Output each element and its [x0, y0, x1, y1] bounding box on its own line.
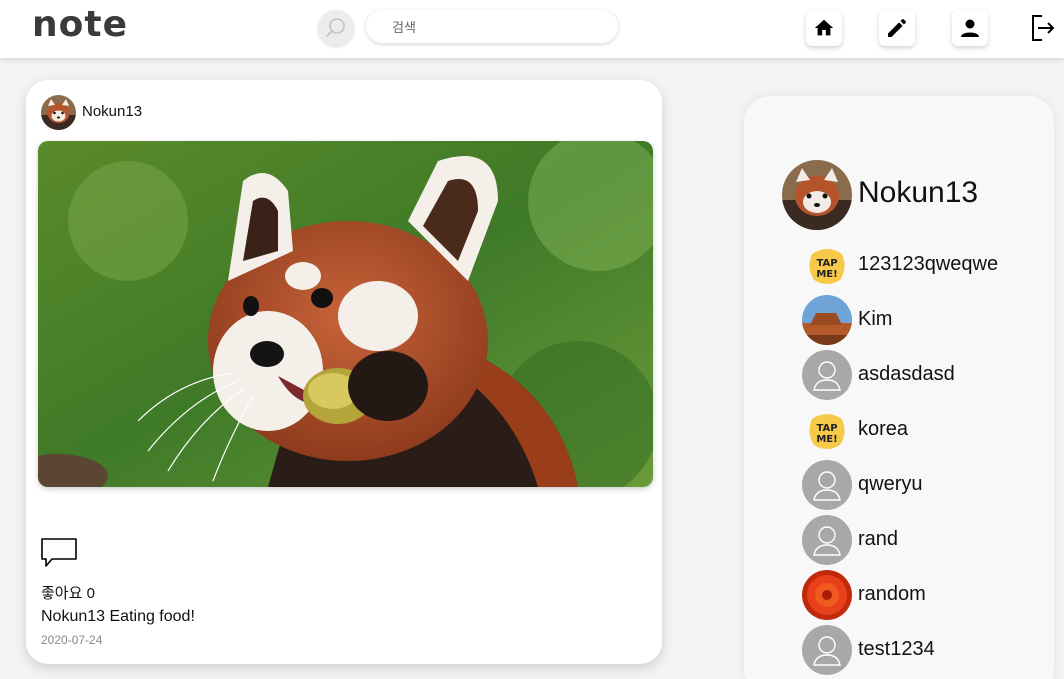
tap-me-sticker-avatar: TAP ME! [802, 405, 852, 455]
svg-text:TAP: TAP [816, 258, 837, 269]
home-icon [814, 19, 834, 36]
svg-text:ME!: ME! [816, 434, 837, 445]
user-list-item[interactable]: rand [802, 515, 1042, 565]
user-name: qweryu [858, 473, 923, 495]
profile-button[interactable] [952, 10, 988, 46]
post-caption: Nokun13 Eating food! [41, 608, 195, 625]
logout-button[interactable] [1024, 10, 1060, 46]
user-name: asdasdasd [858, 363, 955, 385]
default-avatar [802, 350, 852, 400]
app-logo[interactable]: note [32, 4, 128, 45]
post-date: 2020-07-24 [41, 633, 103, 647]
user-name: test1234 [858, 638, 935, 660]
user-name: rand [858, 528, 899, 550]
tap-me-sticker-avatar: TAP ME! [802, 240, 852, 290]
comment-button[interactable] [40, 537, 78, 569]
user-name: Kim [858, 308, 893, 330]
svg-text:ME!: ME! [816, 269, 837, 280]
search-input[interactable]: 검색 [366, 10, 618, 43]
flower-photo-avatar [802, 570, 852, 620]
user-sidebar: Nokun13 TAP ME! 123123qweqwe Kim asdasda… [744, 96, 1054, 679]
default-avatar [802, 625, 852, 675]
post-card: Nokun13 좋아요 0 Nokun13 Eating food! 2020-… [26, 80, 662, 664]
search-icon [326, 18, 345, 37]
edit-icon [888, 19, 906, 37]
default-avatar [802, 460, 852, 510]
desert-photo-avatar [802, 295, 852, 345]
user-name: random [858, 583, 926, 605]
write-button[interactable] [879, 10, 915, 46]
post-author-avatar[interactable] [41, 95, 76, 130]
logout-icon [1032, 15, 1055, 41]
current-user-name[interactable]: Nokun13 [858, 176, 978, 210]
post-author-name[interactable]: Nokun13 [82, 103, 142, 120]
person-icon [961, 19, 979, 37]
search-placeholder: 검색 [392, 20, 416, 35]
default-avatar [802, 515, 852, 565]
user-list-item[interactable]: asdasdasd [802, 350, 1042, 400]
search-button[interactable] [318, 10, 354, 46]
user-list-item[interactable]: TAP ME! 123123qweqwe [802, 240, 1042, 290]
post-image[interactable] [38, 141, 653, 487]
top-bar: note 검색 [0, 0, 1064, 58]
user-list-item[interactable]: random [802, 570, 1042, 620]
user-name: 123123qweqwe [858, 253, 999, 275]
user-name: korea [858, 418, 909, 440]
user-list-item[interactable]: qweryu [802, 460, 1042, 510]
likes-count: 좋아요 0 [41, 585, 95, 602]
current-user-avatar[interactable] [782, 160, 852, 230]
svg-text:TAP: TAP [816, 423, 837, 434]
comment-icon [41, 538, 77, 567]
user-list-item[interactable]: Kim [802, 295, 1042, 345]
user-list-item[interactable]: TAP ME! korea [802, 405, 1042, 455]
user-list-item[interactable]: test1234 [802, 625, 1042, 675]
home-button[interactable] [806, 10, 842, 46]
